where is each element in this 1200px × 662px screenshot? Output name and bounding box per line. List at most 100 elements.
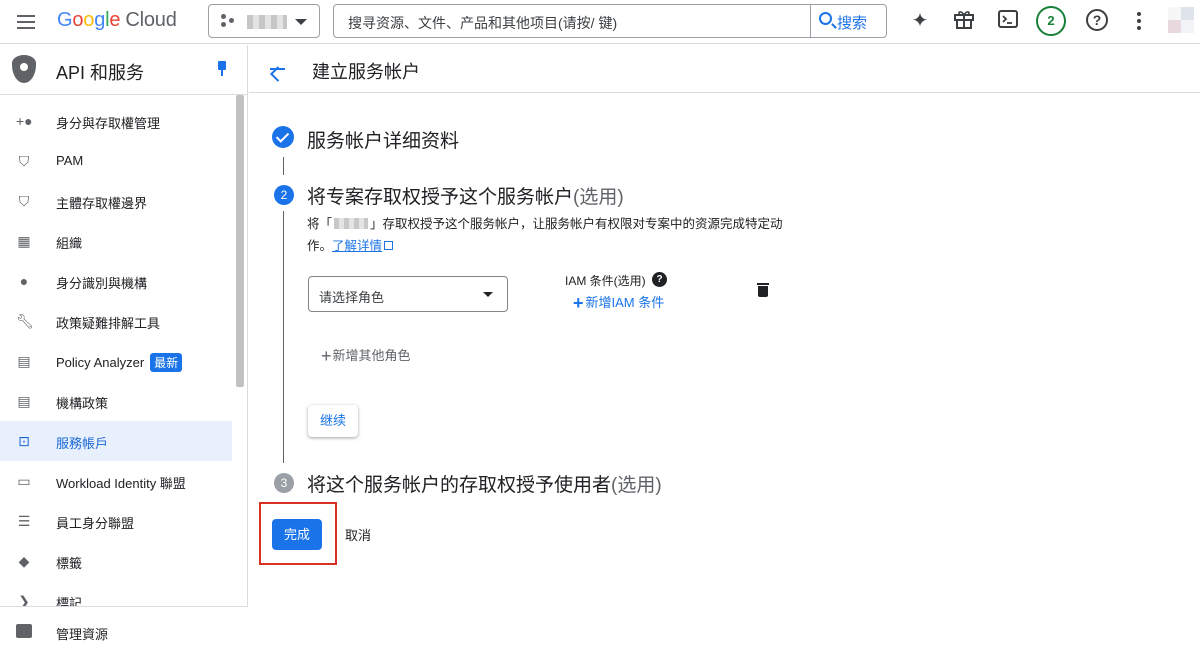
sidebar-item-principal-access-boundary[interactable]: ⛉ 主體存取權邊界 bbox=[0, 181, 232, 221]
pin-icon[interactable] bbox=[216, 61, 228, 77]
logo-letter: e bbox=[109, 9, 121, 31]
project-icon bbox=[221, 14, 235, 28]
step2-number: 2 bbox=[274, 185, 294, 205]
search-input[interactable]: 搜寻资源、文件、产品和其他项目(请按/ 键) bbox=[348, 13, 617, 33]
sidebar-item-label: Workload Identity 聯盟 bbox=[56, 476, 186, 491]
sidebar: API 和服务 +● 身分與存取權管理 ⛉ PAM ⛉ 主體存取權邊界 ▦ 組織… bbox=[0, 45, 248, 662]
role-select[interactable]: 请选择角色 bbox=[308, 276, 508, 312]
service-account-icon: ⊡ bbox=[18, 433, 30, 449]
step2-title-text: 将专案存取权授予这个服务帐户 bbox=[307, 187, 574, 208]
gemini-spark-icon[interactable]: ✦ bbox=[907, 8, 933, 34]
list-icon: ☰ bbox=[17, 513, 31, 529]
done-button[interactable]: 完成 bbox=[272, 519, 322, 550]
sidebar-item-workload-identity[interactable]: ▭ Workload Identity 聯盟 bbox=[0, 461, 232, 501]
person-add-icon: +● bbox=[16, 113, 33, 129]
delete-icon[interactable] bbox=[757, 283, 769, 297]
sidebar-item-label: 身分與存取權管理 bbox=[56, 116, 161, 131]
step2-description: 将「 」存取权授予这个服务帐户，让服务帐户有权限对专案中的资源完成特定动作。了解详… bbox=[307, 213, 787, 257]
cloud-shell-icon[interactable] bbox=[995, 8, 1021, 34]
notifications-badge[interactable]: 2 bbox=[1036, 6, 1066, 36]
back-arrow-icon[interactable] bbox=[267, 59, 287, 79]
sidebar-item-label: 服務帳戶 bbox=[56, 436, 109, 451]
policy-doc-icon: ▤ bbox=[17, 353, 31, 369]
sidebar-item-iam[interactable]: +● 身分與存取權管理 bbox=[0, 101, 232, 141]
continue-button[interactable]: 继续 bbox=[308, 405, 358, 437]
desc-prefix: 将「 bbox=[307, 217, 333, 231]
sidebar-item-pam[interactable]: ⛉ PAM bbox=[0, 141, 232, 181]
sidebar-item-label: 身分識別與機構 bbox=[56, 276, 148, 291]
step3-title[interactable]: 将这个服务帐户的存取权授予使用者(选用) bbox=[307, 470, 662, 497]
sidebar-header: API 和服务 bbox=[0, 45, 248, 95]
main-content: 建立服务帐户 服务帐户详细资料 2 将专案存取权授予这个服务帐户(选用) 将「」… bbox=[249, 45, 1200, 662]
sidebar-item-org-policies[interactable]: ▤ 機構政策 bbox=[0, 381, 232, 421]
step3-number: 3 bbox=[274, 473, 294, 493]
sidebar-item-organizations[interactable]: ▦ 組織 bbox=[0, 221, 232, 261]
new-badge: 最新 bbox=[150, 353, 183, 372]
open-in-new-icon bbox=[384, 241, 394, 250]
step2-title[interactable]: 将专案存取权授予这个服务帐户(选用) bbox=[307, 182, 624, 209]
logo-letter: o bbox=[72, 9, 84, 31]
project-picker[interactable] bbox=[208, 4, 320, 38]
divider bbox=[0, 94, 248, 95]
sidebar-item-identity-org[interactable]: ● 身分識別與機構 bbox=[0, 261, 232, 301]
scrollbar[interactable] bbox=[236, 95, 244, 387]
help-icon[interactable]: ? bbox=[1086, 9, 1108, 31]
help-icon[interactable]: ? bbox=[652, 272, 667, 287]
top-bar: Google Cloud 搜寻资源、文件、产品和其他项目(请按/ 键) 搜索 ✦ … bbox=[0, 0, 1200, 44]
list-doc-icon: ▤ bbox=[17, 393, 31, 409]
project-name-redacted bbox=[334, 218, 369, 229]
sidebar-item-policy-troubleshooter[interactable]: 🔧︎ 政策疑難排解工具 bbox=[0, 301, 232, 341]
folder-gear-icon bbox=[16, 624, 32, 638]
add-another-role-button[interactable]: +新增其他角色 bbox=[321, 345, 411, 367]
shield-icon: ⛉ bbox=[18, 153, 30, 169]
learn-more-text: 了解详情 bbox=[332, 239, 383, 253]
page-title: 建立服务帐户 bbox=[312, 62, 420, 82]
step3-title-text: 将这个服务帐户的存取权授予使用者 bbox=[307, 475, 612, 496]
search-icon bbox=[819, 12, 832, 25]
logo-cloud-text: Cloud bbox=[125, 9, 177, 31]
add-iam-condition-button[interactable]: + 新增IAM 条件 bbox=[573, 292, 664, 314]
chevron-down-icon bbox=[295, 19, 307, 25]
building-icon: ▦ bbox=[17, 233, 31, 249]
plus-icon: + bbox=[321, 346, 332, 366]
add-role-label: 新增其他角色 bbox=[332, 348, 411, 363]
iam-condition-label: IAM 条件(选用) bbox=[565, 274, 646, 288]
plus-icon: + bbox=[573, 293, 584, 313]
wrench-icon: 🔧︎ bbox=[16, 313, 34, 329]
step-complete-check-icon bbox=[272, 126, 294, 148]
search-button[interactable]: 搜索 bbox=[810, 5, 886, 37]
sidebar-nav: +● 身分與存取權管理 ⛉ PAM ⛉ 主體存取權邊界 ▦ 組織 ● 身分識別與… bbox=[0, 101, 232, 621]
search-box[interactable]: 搜寻资源、文件、产品和其他项目(请按/ 键) 搜索 bbox=[333, 4, 887, 38]
step-connector bbox=[283, 211, 284, 463]
sidebar-item-label: 管理資源 bbox=[56, 627, 109, 642]
role-select-placeholder: 请选择角色 bbox=[319, 290, 385, 305]
step-connector bbox=[283, 157, 284, 175]
learn-more-link[interactable]: 了解详情 bbox=[332, 239, 394, 253]
shield-gear-icon: ⛉ bbox=[18, 193, 30, 209]
more-vert-icon[interactable] bbox=[1136, 12, 1142, 32]
sidebar-item-text: Policy Analyzer bbox=[56, 355, 145, 370]
gift-icon[interactable] bbox=[951, 8, 977, 34]
sidebar-item-manage-resources[interactable]: 管理資源 bbox=[0, 606, 248, 662]
shield-icon bbox=[12, 55, 36, 83]
step1-title[interactable]: 服务帐户详细资料 bbox=[307, 126, 459, 153]
menu-icon[interactable] bbox=[14, 11, 38, 33]
logo-letter: g bbox=[94, 9, 106, 31]
sidebar-item-label: 組織 bbox=[56, 236, 83, 251]
account-circle-icon: ● bbox=[19, 273, 29, 289]
avatar[interactable] bbox=[1168, 7, 1194, 33]
add-iam-condition-label: 新增IAM 条件 bbox=[585, 295, 665, 310]
sidebar-item-policy-analyzer[interactable]: ▤ Policy Analyzer 最新 bbox=[0, 341, 232, 381]
sidebar-item-label: 政策疑難排解工具 bbox=[56, 316, 161, 331]
google-cloud-logo[interactable]: Google Cloud bbox=[57, 9, 177, 32]
sidebar-item-workforce-identity[interactable]: ☰ 員工身分聯盟 bbox=[0, 501, 232, 541]
cancel-button[interactable]: 取消 bbox=[345, 525, 371, 544]
step3-optional: (选用) bbox=[611, 475, 662, 496]
sidebar-item-label: 員工身分聯盟 bbox=[56, 516, 135, 531]
sidebar-item-service-accounts[interactable]: ⊡ 服務帳戶 bbox=[0, 421, 232, 461]
sidebar-item-tags[interactable]: ◆ 標籤 bbox=[0, 541, 232, 581]
sidebar-item-label: 標籤 bbox=[56, 556, 83, 571]
sidebar-item-label: Policy Analyzer 最新 bbox=[56, 353, 183, 372]
page-header: 建立服务帐户 bbox=[249, 45, 1200, 93]
sidebar-item-label: 機構政策 bbox=[56, 396, 109, 411]
